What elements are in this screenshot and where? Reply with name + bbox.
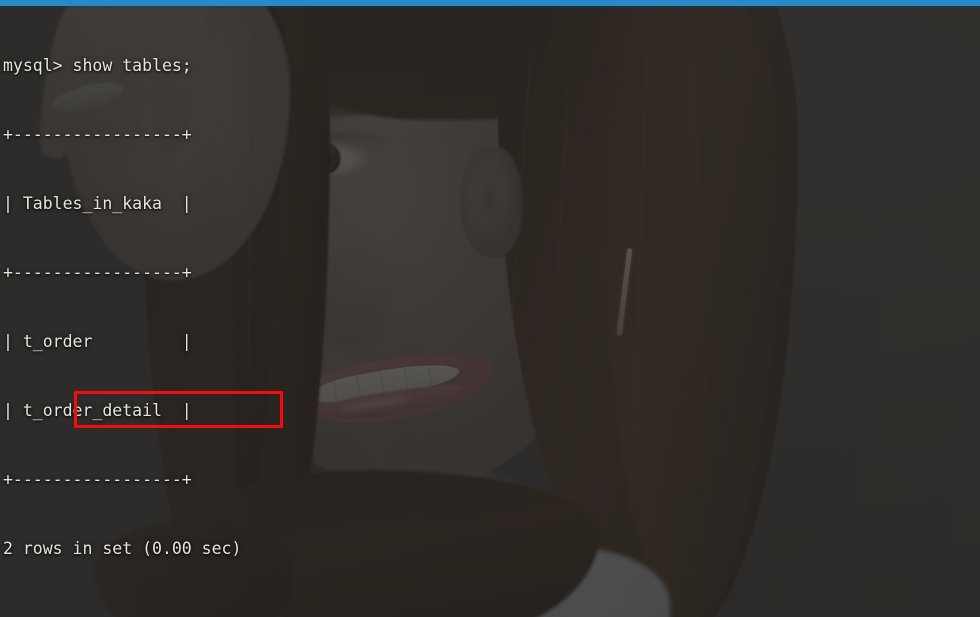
terminal-line: +-----------------+: [3, 125, 192, 144]
terminal-line: +-----------------+: [3, 470, 192, 489]
window-accent-bar-shade: [0, 6, 980, 8]
terminal-window[interactable]: mysql> show tables; +-----------------+ …: [0, 0, 980, 617]
terminal-line: mysql> show tables;: [3, 56, 192, 75]
terminal-line: 2 rows in set (0.00 sec): [3, 539, 242, 558]
terminal-output[interactable]: mysql> show tables; +-----------------+ …: [0, 8, 980, 617]
terminal-line: | Tables_in_kaka |: [3, 194, 192, 213]
terminal-line: | t_order |: [3, 332, 192, 351]
terminal-line: | t_order_detail |: [3, 401, 192, 420]
terminal-line: +-----------------+: [3, 263, 192, 282]
